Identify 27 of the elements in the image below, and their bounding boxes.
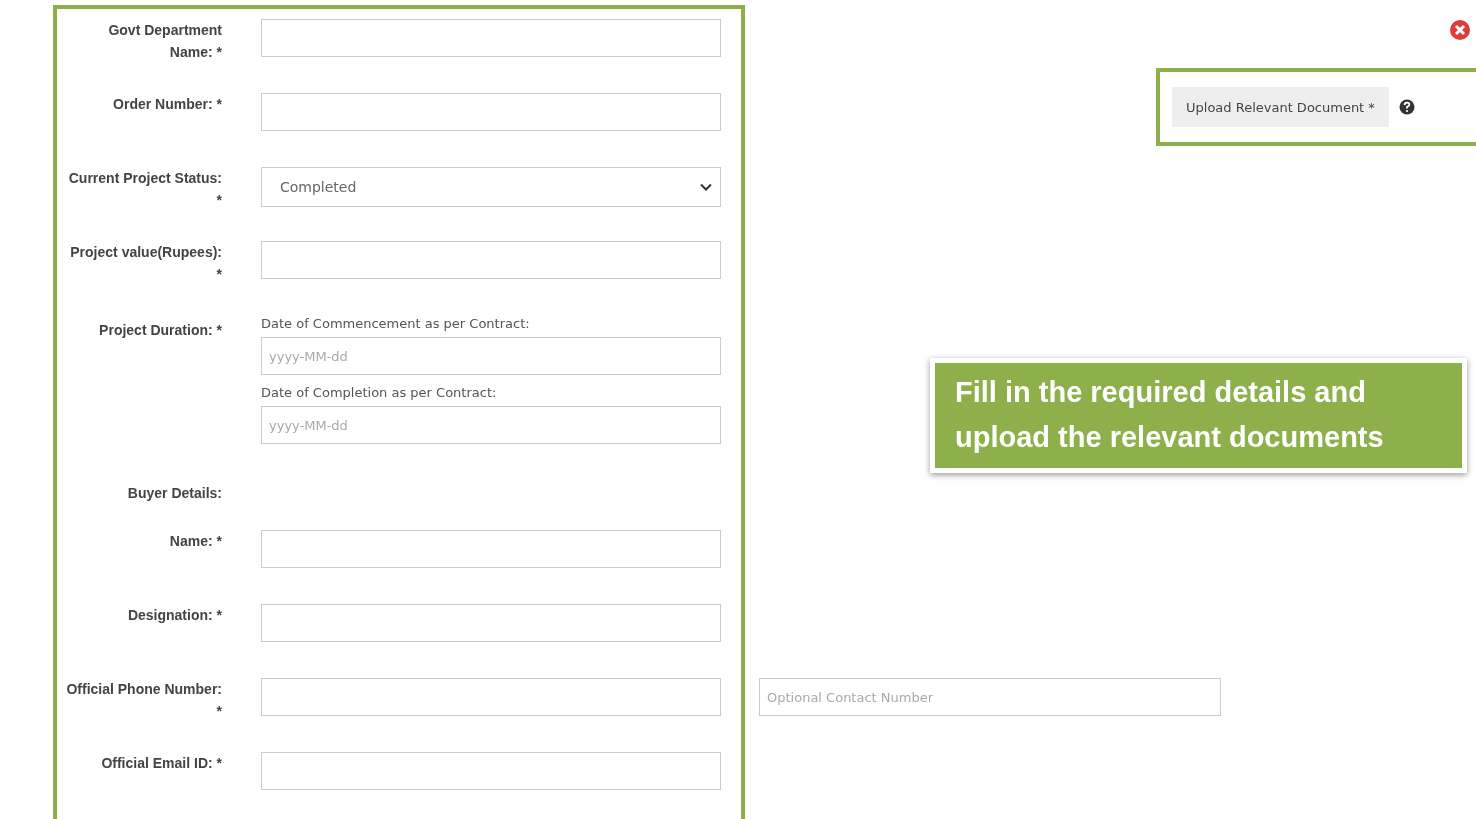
input-field[interactable] bbox=[261, 241, 721, 279]
field-label: Official Phone Number: * bbox=[65, 680, 222, 721]
status-dropdown[interactable]: Completed bbox=[261, 167, 721, 207]
field-label: Project value(Rupees): * bbox=[69, 243, 222, 284]
field-label: Name: * bbox=[168, 532, 222, 551]
field-label: Designation: * bbox=[126, 606, 222, 625]
input-field[interactable] bbox=[261, 678, 721, 716]
field-label: Current Project Status: * bbox=[67, 169, 222, 210]
chevron-down-icon bbox=[700, 183, 712, 191]
field-label: Buyer Details: bbox=[126, 484, 222, 503]
field-label: Official Email ID: * bbox=[100, 754, 222, 773]
date-caption: Date of Completion as per Contract: bbox=[261, 384, 498, 402]
input-field[interactable]: Optional Contact Number bbox=[759, 678, 1221, 716]
upload-button[interactable]: Upload Relevant Document * bbox=[1172, 87, 1389, 127]
input-field[interactable] bbox=[261, 19, 721, 57]
date-caption: Date of Commencement as per Contract: bbox=[261, 315, 531, 333]
date-field[interactable]: yyyy-MM-dd bbox=[261, 337, 721, 375]
field-label: Govt Department Name: * bbox=[107, 21, 222, 62]
help-icon[interactable] bbox=[1398, 99, 1415, 115]
field-label: Order Number: * bbox=[112, 95, 222, 114]
input-field[interactable] bbox=[261, 752, 721, 790]
close-icon[interactable] bbox=[1449, 19, 1471, 41]
input-field[interactable] bbox=[261, 604, 721, 642]
input-field[interactable] bbox=[261, 93, 721, 131]
input-field[interactable] bbox=[261, 530, 721, 568]
field-label: Project Duration: * bbox=[98, 321, 222, 340]
date-field[interactable]: yyyy-MM-dd bbox=[261, 406, 721, 444]
